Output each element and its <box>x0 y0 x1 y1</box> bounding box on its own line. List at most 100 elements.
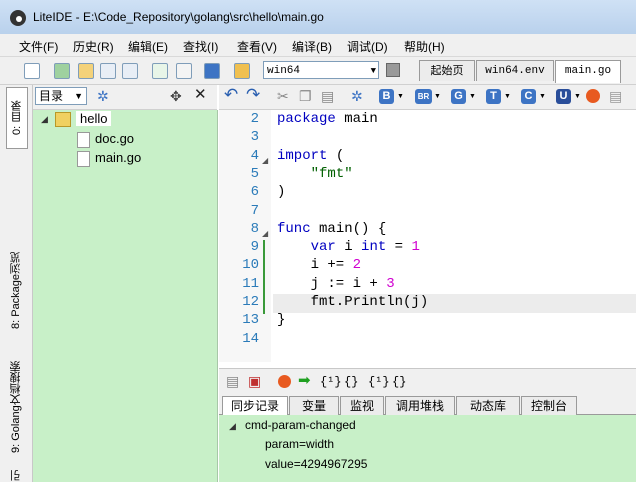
code-line[interactable]: func main() { <box>277 221 386 237</box>
tab-main-go[interactable]: main.go <box>555 60 621 83</box>
code-token: main() { <box>310 220 387 237</box>
paste-icon[interactable]: ▤ <box>321 89 334 103</box>
build-br-icon[interactable]: BR <box>415 89 432 104</box>
build-u-icon[interactable]: U <box>556 89 571 104</box>
tab-libraries[interactable]: 动态库 <box>456 396 520 415</box>
open-folder-icon[interactable] <box>78 63 94 79</box>
sidebar-view-select[interactable]: 目录 ▼ <box>35 87 87 105</box>
vtab-golang-doc-search[interactable]: 9: Golang文档搜索 <box>6 347 26 467</box>
sync-log-panel: ◢ cmd-param-changed param=width value=42… <box>219 415 636 482</box>
log-value: value=4294967295 <box>265 457 368 471</box>
continue-icon[interactable]: ➡ <box>298 373 311 388</box>
copy-icon[interactable]: ❐ <box>299 89 312 103</box>
change-marker <box>263 240 265 314</box>
code-line[interactable]: var i int = 1 <box>277 239 420 255</box>
debug-config-icon[interactable]: ▤ <box>609 89 622 103</box>
undo-icon[interactable]: ↶ <box>224 86 238 103</box>
close-file-icon[interactable] <box>176 63 192 79</box>
tree-item-folder[interactable]: hello <box>76 111 112 126</box>
debug-file-icon[interactable]: ▤ <box>226 374 239 388</box>
step-into-icon[interactable]: {} <box>344 375 358 389</box>
stop-icon[interactable] <box>278 375 291 388</box>
save-all-icon[interactable] <box>122 63 138 79</box>
menu-file[interactable]: 文件(F) <box>19 38 58 55</box>
code-token: func <box>277 220 311 237</box>
step-over-icon[interactable]: {¹} <box>320 375 342 389</box>
menu-view[interactable]: 查看(V) <box>237 38 277 55</box>
env-config-icon[interactable] <box>386 63 400 77</box>
line-number: 9 <box>250 239 259 256</box>
menu-build[interactable]: 编译(B) <box>292 38 332 55</box>
chevron-down-icon[interactable]: ▼ <box>434 93 441 100</box>
tab-sync-log[interactable]: 同步记录 <box>222 396 288 415</box>
env-select[interactable]: win64 ▼ <box>263 61 379 79</box>
debug-stop-file-icon[interactable]: ▣ <box>248 374 261 388</box>
chevron-down-icon[interactable]: ▼ <box>397 93 404 100</box>
tab-start-page[interactable]: 起始页 <box>419 60 475 81</box>
code-line[interactable]: ) <box>277 184 285 200</box>
fold-marker-icon[interactable]: ◢ <box>262 229 268 238</box>
build-g-icon[interactable]: G <box>451 89 466 104</box>
tab-win64-env[interactable]: win64.env <box>476 60 554 81</box>
file-tree-panel: ◢ hello doc.go main.go <box>33 110 218 482</box>
new-file-icon[interactable] <box>24 63 40 79</box>
menu-help[interactable]: 帮助(H) <box>404 38 445 55</box>
log-entry[interactable]: cmd-param-changed <box>245 418 356 432</box>
open-file-icon[interactable] <box>54 63 70 79</box>
code-line[interactable]: fmt.Println(j) <box>277 294 429 310</box>
log-param: param=width <box>265 437 335 451</box>
save-icon[interactable] <box>100 63 116 79</box>
title-bar: LiteIDE - E:\Code_Repository\golang\src\… <box>0 0 636 35</box>
build-b-icon[interactable]: B <box>379 89 394 104</box>
tab-variables[interactable]: 变量 <box>289 396 339 415</box>
code-line[interactable]: package main <box>277 111 378 127</box>
line-number: 3 <box>250 129 259 146</box>
app-logo-icon <box>10 10 26 26</box>
code-line[interactable]: i += 2 <box>277 257 361 273</box>
expand-arrow-icon[interactable]: ◢ <box>229 421 236 432</box>
tab-call-stack[interactable]: 调用堆栈 <box>385 396 455 415</box>
gear-icon[interactable]: ✲ <box>351 89 363 103</box>
menu-edit[interactable]: 编辑(E) <box>128 38 168 55</box>
chevron-down-icon[interactable]: ▼ <box>469 93 476 100</box>
sync-editor-icon[interactable]: ✥ <box>170 89 182 103</box>
line-number: 14 <box>242 330 259 347</box>
build-t-icon[interactable]: T <box>486 89 501 104</box>
code-line[interactable]: "fmt" <box>277 166 353 182</box>
stop-debug-icon[interactable] <box>586 89 600 103</box>
chevron-down-icon[interactable]: ▼ <box>504 93 511 100</box>
gear-icon[interactable]: ✲ <box>97 89 109 103</box>
code-line[interactable]: import ( <box>277 148 344 164</box>
step-out-icon[interactable]: {¹} <box>368 375 390 389</box>
fold-marker-icon[interactable]: ◢ <box>262 156 268 165</box>
left-dock-strip: 0: 目录 8: Package浏览 9: Golang文档搜索 引 <box>0 85 33 482</box>
vtab-more[interactable]: 引 <box>6 469 26 482</box>
build-c-icon[interactable]: C <box>521 89 536 104</box>
chevron-down-icon[interactable]: ▼ <box>574 93 581 100</box>
file-icon <box>77 132 90 148</box>
vtab-package-browser[interactable]: 8: Package浏览 <box>6 240 26 340</box>
tree-item-file[interactable]: doc.go <box>95 131 134 146</box>
chevron-down-icon[interactable]: ▼ <box>539 93 546 100</box>
new-project-icon[interactable] <box>152 63 168 79</box>
code-token: ) <box>277 184 286 201</box>
expand-arrow-icon[interactable]: ◢ <box>41 114 48 125</box>
go-env-icon[interactable] <box>234 63 250 79</box>
code-token: import <box>277 147 328 164</box>
tab-console[interactable]: 控制台 <box>521 396 577 415</box>
code-line[interactable]: } <box>277 312 285 328</box>
menu-find[interactable]: 查找(I) <box>183 38 218 55</box>
run-to-line-icon[interactable]: {} <box>392 375 406 389</box>
home-icon[interactable] <box>204 63 220 79</box>
menu-history[interactable]: 历史(R) <box>73 38 114 55</box>
menu-debug[interactable]: 调试(D) <box>347 38 388 55</box>
tree-item-file[interactable]: main.go <box>95 150 141 165</box>
tab-watch[interactable]: 监视 <box>340 396 384 415</box>
vtab-directory[interactable]: 0: 目录 <box>6 87 28 149</box>
code-token: } <box>277 312 286 329</box>
code-line[interactable]: j := i + 3 <box>277 276 395 292</box>
line-number: 13 <box>242 312 259 329</box>
redo-icon[interactable]: ↷ <box>246 86 260 103</box>
close-icon[interactable]: ✕ <box>194 87 207 102</box>
cut-icon[interactable]: ✂ <box>277 89 289 103</box>
